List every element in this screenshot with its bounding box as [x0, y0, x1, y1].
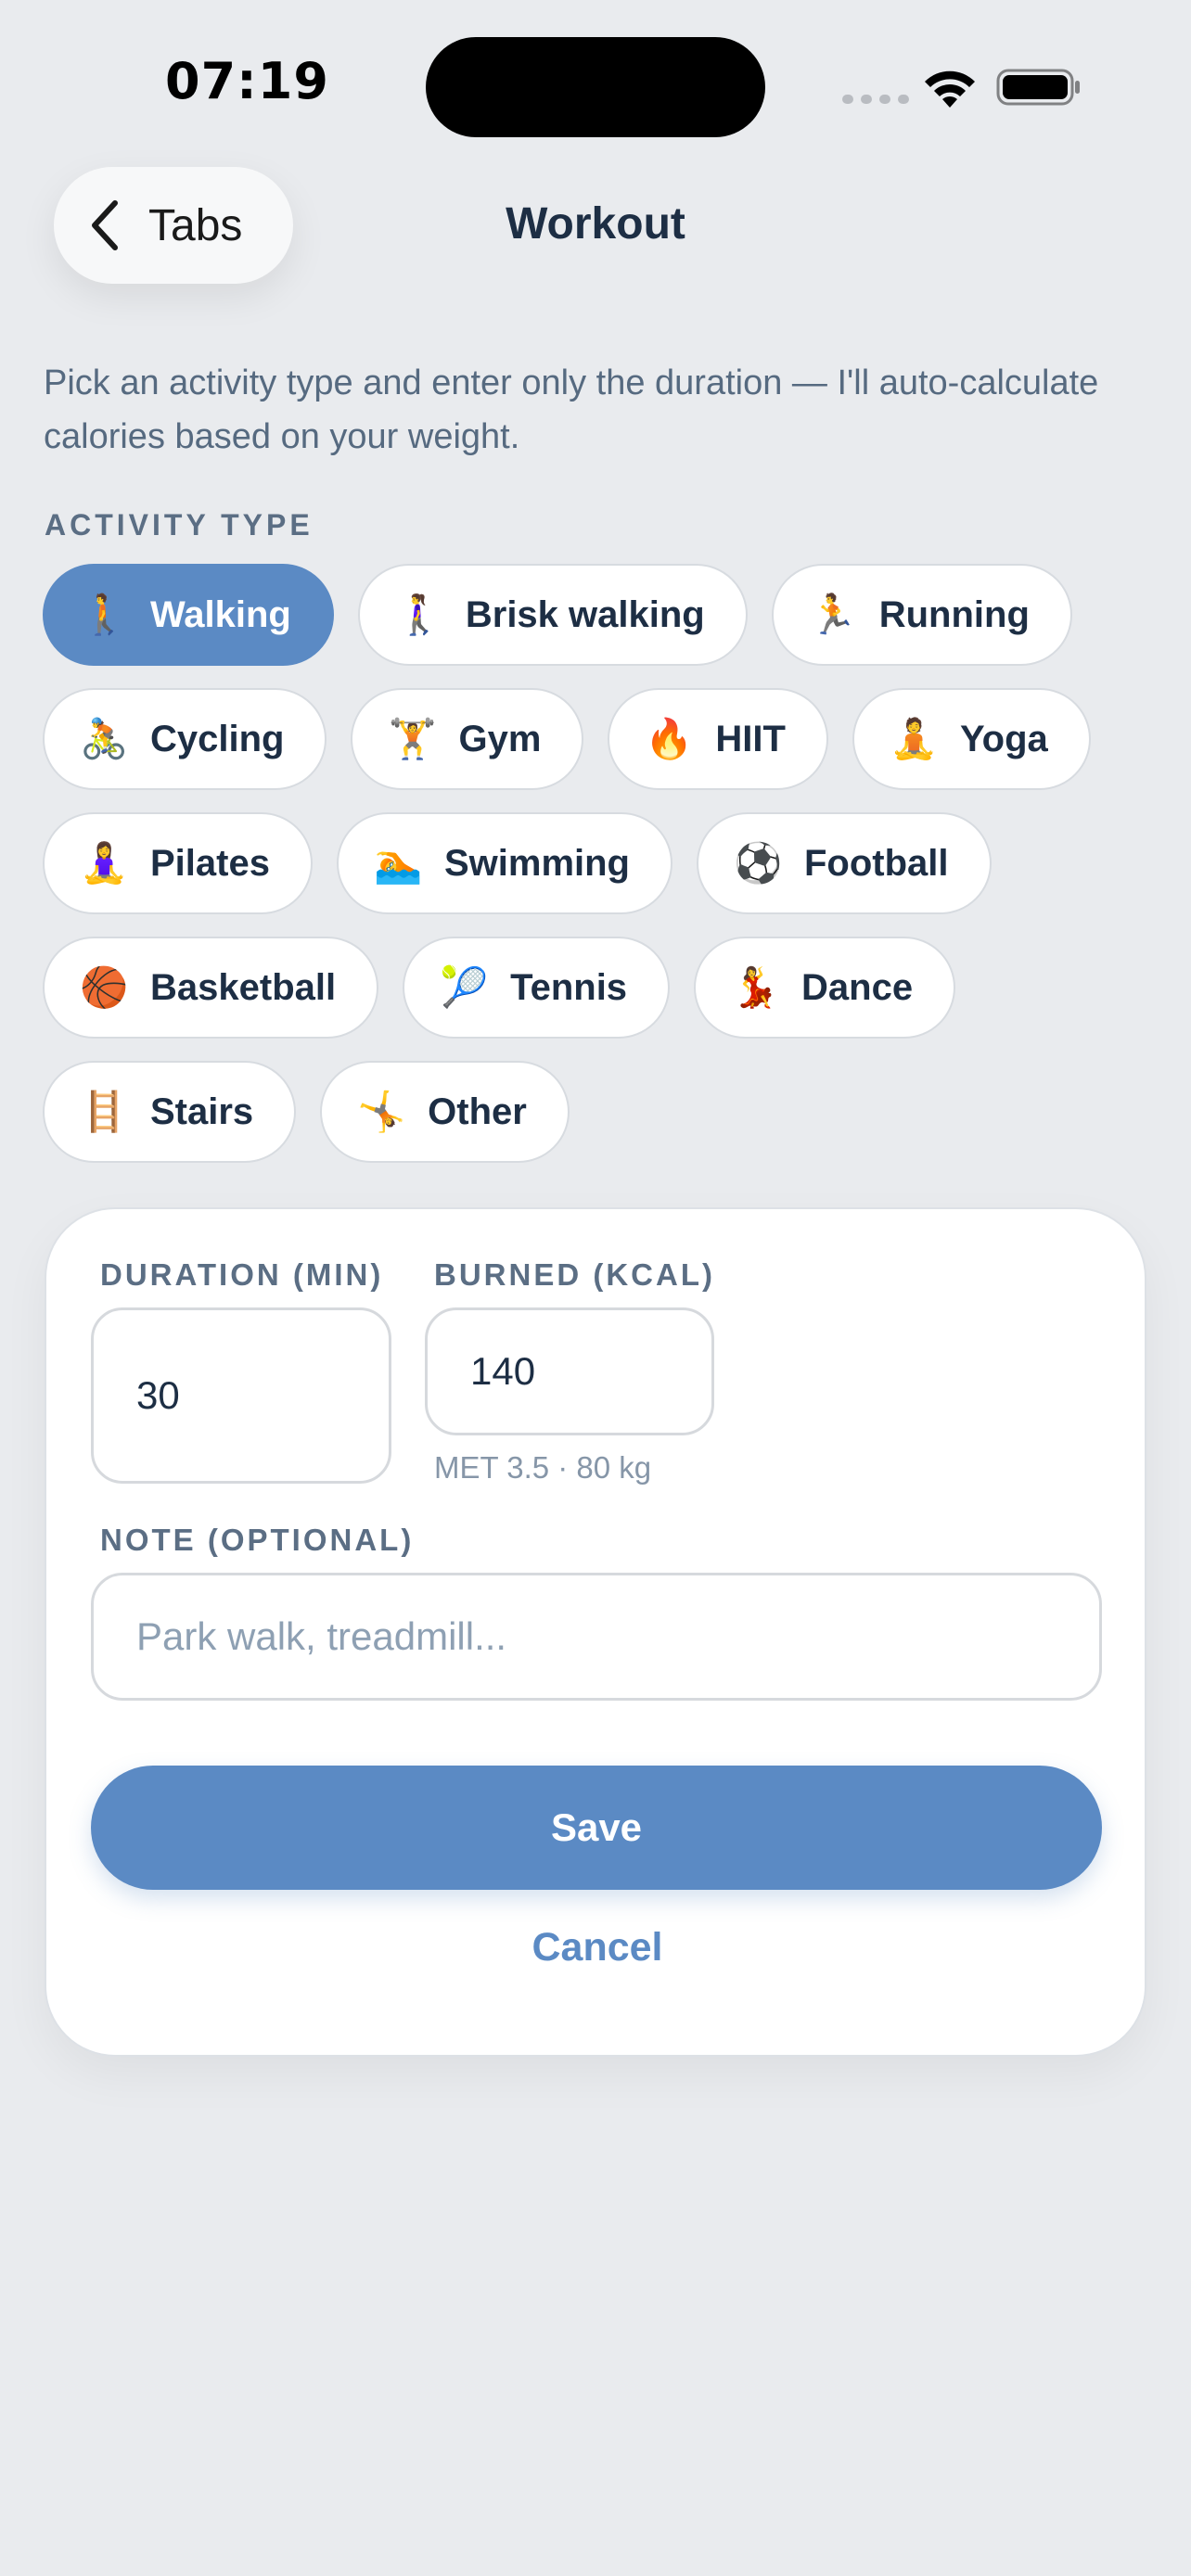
- soccer-ball-icon: ⚽: [734, 840, 783, 885]
- met-note: MET 3.5 · 80 kg: [434, 1450, 652, 1485]
- save-button[interactable]: Save: [91, 1766, 1102, 1890]
- person-walking-icon: 🚶: [80, 592, 129, 636]
- wifi-icon: [925, 70, 975, 108]
- person-running-icon: 🏃: [808, 592, 858, 636]
- chip-row: 🧘‍♀️ Pilates 🏊 Swimming ⚽ Football: [43, 812, 1156, 914]
- activity-chip-cycling[interactable]: 🚴 Cycling: [43, 688, 327, 790]
- activity-chip-other[interactable]: 🤸 Other: [320, 1061, 570, 1163]
- woman-walking-icon: 🚶‍♀️: [394, 592, 444, 636]
- activity-chip-label: Walking: [150, 593, 291, 635]
- activity-chip-brisk-walking[interactable]: 🚶‍♀️ Brisk walking: [357, 564, 748, 666]
- activity-chip-yoga[interactable]: 🧘 Yoga: [852, 688, 1091, 790]
- ladder-icon: 🪜: [80, 1089, 129, 1133]
- activity-chip-label: Cycling: [150, 718, 285, 759]
- burned-input[interactable]: 140: [425, 1307, 714, 1435]
- person-biking-icon: 🚴: [80, 716, 129, 760]
- activity-chip-label: HIIT: [715, 718, 786, 759]
- chip-row: 🚶 Walking 🚶‍♀️ Brisk walking 🏃 Running: [43, 564, 1156, 666]
- activity-chip-label: Other: [428, 1090, 527, 1132]
- workout-form-card: DURATION (MIN) 30 BURNED (KCAL) 140 MET …: [45, 1207, 1146, 2057]
- status-time: 07:19: [165, 52, 329, 110]
- note-label: NOTE (OPTIONAL): [100, 1523, 415, 1557]
- chip-row: 🪜 Stairs 🤸 Other: [43, 1061, 1156, 1163]
- duration-input[interactable]: 30: [91, 1307, 391, 1484]
- activity-chip-label: Yoga: [959, 718, 1048, 759]
- activity-chip-running[interactable]: 🏃 Running: [771, 564, 1072, 666]
- tennis-ball-icon: 🎾: [440, 964, 489, 1009]
- activity-chip-label: Swimming: [443, 842, 630, 884]
- woman-lotus-position-icon: 🧘‍♀️: [80, 840, 129, 885]
- page-title: Workout: [506, 199, 685, 249]
- activity-chip-label: Running: [878, 593, 1030, 635]
- activity-chip-label: Brisk walking: [465, 593, 705, 635]
- activity-chip-basketball[interactable]: 🏀 Basketball: [43, 937, 379, 1039]
- activity-type-label: ACTIVITY TYPE: [45, 508, 314, 542]
- dynamic-island: [426, 37, 765, 137]
- activity-chip-football[interactable]: ⚽ Football: [697, 812, 992, 914]
- weight-lifting-icon: 🏋️: [388, 716, 437, 760]
- cancel-button[interactable]: Cancel: [46, 1925, 1148, 1970]
- chip-row: 🚴 Cycling 🏋️ Gym 🔥 HIIT 🧘 Yoga: [43, 688, 1156, 790]
- activity-chip-tennis[interactable]: 🎾 Tennis: [403, 937, 671, 1039]
- burned-label: BURNED (KCAL): [434, 1257, 715, 1292]
- cartwheel-icon: 🤸: [357, 1089, 406, 1133]
- status-bar: 07:19: [0, 0, 1191, 167]
- note-input[interactable]: Park walk, treadmill...: [91, 1573, 1102, 1701]
- activity-chip-dance[interactable]: 💃 Dance: [694, 937, 956, 1039]
- activity-chip-label: Dance: [801, 966, 914, 1008]
- woman-dancing-icon: 💃: [731, 964, 780, 1009]
- activity-chip-label: Pilates: [150, 842, 270, 884]
- cellular-signal-icon: [842, 95, 909, 104]
- chip-row: 🏀 Basketball 🎾 Tennis 💃 Dance: [43, 937, 1156, 1039]
- lotus-position-icon: 🧘: [889, 716, 939, 760]
- activity-chip-hiit[interactable]: 🔥 HIIT: [608, 688, 828, 790]
- duration-label: DURATION (MIN): [100, 1257, 384, 1292]
- intro-text: Pick an activity type and enter only the…: [44, 363, 1099, 456]
- activity-chip-gym[interactable]: 🏋️ Gym: [351, 688, 584, 790]
- activity-type-chips: 🚶 Walking 🚶‍♀️ Brisk walking 🏃 Running 🚴 Cyclin…: [43, 564, 1156, 1185]
- activity-chip-pilates[interactable]: 🧘‍♀️ Pilates: [43, 812, 313, 914]
- activity-chip-label: Tennis: [510, 966, 628, 1008]
- basketball-icon: 🏀: [80, 964, 129, 1009]
- fire-icon: 🔥: [645, 716, 694, 760]
- person-swimming-icon: 🏊: [373, 840, 423, 885]
- activity-chip-label: Stairs: [150, 1090, 254, 1132]
- activity-chip-label: Gym: [458, 718, 542, 759]
- activity-chip-swimming[interactable]: 🏊 Swimming: [336, 812, 672, 914]
- activity-chip-walking[interactable]: 🚶 Walking: [43, 564, 334, 666]
- activity-chip-label: Basketball: [150, 966, 337, 1008]
- battery-icon: [996, 69, 1080, 106]
- activity-chip-stairs[interactable]: 🪜 Stairs: [43, 1061, 297, 1163]
- activity-chip-label: Football: [804, 842, 949, 884]
